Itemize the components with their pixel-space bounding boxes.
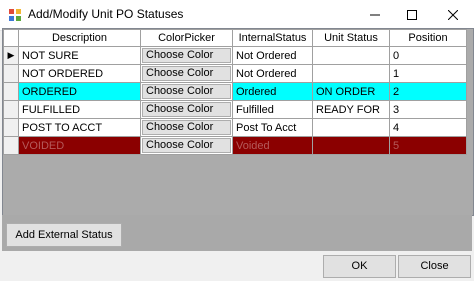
minimize-button[interactable] [358,0,392,30]
internal-status-cell[interactable]: Not Ordered [232,64,313,83]
choose-color-button[interactable]: Choose Color [142,66,231,81]
row-header[interactable] [3,64,19,83]
row-header[interactable] [3,118,19,137]
unit-status-cell[interactable] [312,118,390,137]
table-row[interactable]: VOIDED Choose Color Voided 5 [3,136,467,155]
unit-status-cell[interactable] [312,136,390,155]
status-grid[interactable]: Description ColorPicker InternalStatus U… [2,28,474,216]
choose-color-button[interactable]: Choose Color [142,84,231,99]
table-row[interactable]: NOT ORDERED Choose Color Not Ordered 1 [3,64,467,83]
column-header-colorpicker[interactable]: ColorPicker [140,29,233,47]
row-header[interactable]: ▶ [3,46,19,65]
column-header-description[interactable]: Description [18,29,141,47]
dialog-window: Add/Modify Unit PO Statuses Description … [0,0,474,281]
position-cell[interactable]: 0 [389,46,467,65]
description-cell[interactable]: NOT ORDERED [18,64,141,83]
close-window-button[interactable] [436,0,470,30]
table-row[interactable]: POST TO ACCT Choose Color Post To Acct 4 [3,118,467,137]
bottom-panel: Add External Status [2,215,472,251]
position-cell[interactable]: 1 [389,64,467,83]
minimize-icon [370,14,380,16]
unit-status-cell[interactable] [312,64,390,83]
choose-color-button[interactable]: Choose Color [142,48,231,63]
unit-status-cell[interactable]: READY FOR [312,100,390,119]
row-header[interactable] [3,82,19,101]
column-header-position[interactable]: Position [389,29,467,47]
choose-color-button[interactable]: Choose Color [142,138,231,153]
corner-header [3,29,19,47]
row-header[interactable] [3,136,19,155]
choose-color-button[interactable]: Choose Color [142,120,231,135]
maximize-icon [407,10,417,20]
app-icon [9,9,21,21]
current-row-arrow-icon: ▶ [7,50,15,60]
column-header-internalstatus[interactable]: InternalStatus [232,29,313,47]
ok-button[interactable]: OK [323,255,396,278]
description-cell[interactable]: POST TO ACCT [18,118,141,137]
position-cell[interactable]: 3 [389,100,467,119]
window-title: Add/Modify Unit PO Statuses [28,7,184,21]
title-bar[interactable]: Add/Modify Unit PO Statuses [0,0,474,31]
table-row[interactable]: ORDERED Choose Color Ordered ON ORDER 2 [3,82,467,101]
internal-status-cell[interactable]: Fulfilled [232,100,313,119]
choose-color-button[interactable]: Choose Color [142,102,231,117]
unit-status-cell[interactable]: ON ORDER [312,82,390,101]
internal-status-cell[interactable]: Ordered [232,82,313,101]
internal-status-cell[interactable]: Post To Acct [232,118,313,137]
unit-status-cell[interactable] [312,46,390,65]
position-cell[interactable]: 5 [389,136,467,155]
row-header[interactable] [3,100,19,119]
position-cell[interactable]: 2 [389,82,467,101]
table-row[interactable]: FULFILLED Choose Color Fulfilled READY F… [3,100,467,119]
internal-status-cell[interactable]: Voided [232,136,313,155]
maximize-button[interactable] [395,0,429,30]
description-cell[interactable]: ORDERED [18,82,141,101]
column-header-unitstatus[interactable]: Unit Status [312,29,390,47]
table-row[interactable]: ▶ NOT SURE Choose Color Not Ordered 0 [3,46,467,65]
add-external-status-button[interactable]: Add External Status [6,223,122,247]
position-cell[interactable]: 4 [389,118,467,137]
header-row: Description ColorPicker InternalStatus U… [3,29,467,47]
description-cell[interactable]: VOIDED [18,136,141,155]
internal-status-cell[interactable]: Not Ordered [232,46,313,65]
status-table: Description ColorPicker InternalStatus U… [3,29,467,155]
description-cell[interactable]: FULFILLED [18,100,141,119]
description-cell[interactable]: NOT SURE [18,46,141,65]
close-icon [448,10,458,20]
close-button[interactable]: Close [398,255,471,278]
